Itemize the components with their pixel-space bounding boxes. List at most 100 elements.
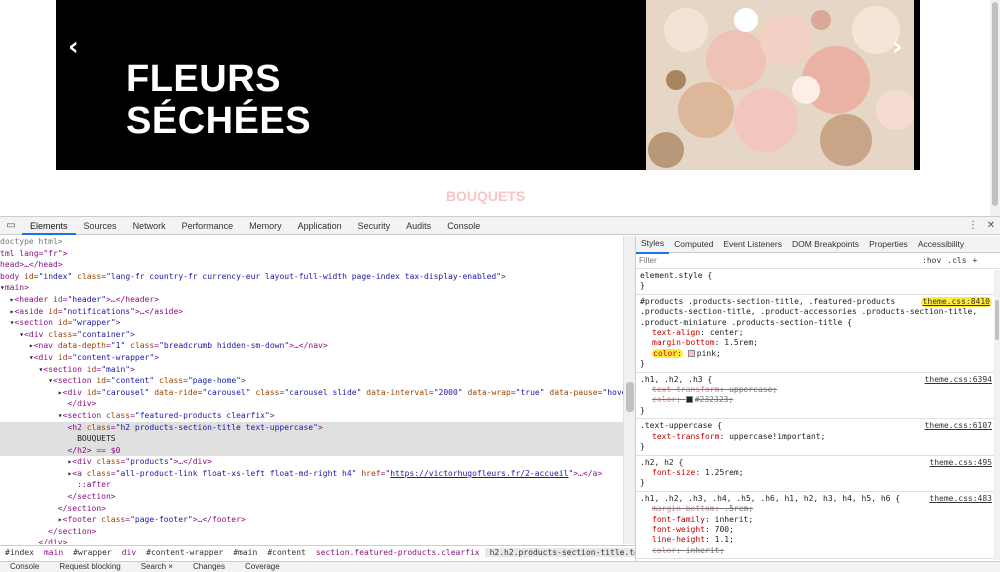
styles-sidebar: Styles Computed Event Listeners DOM Brea… bbox=[635, 236, 1000, 561]
dom-line-section-featured[interactable]: ▾<section class="featured-products clear… bbox=[0, 410, 623, 422]
tab-memory[interactable]: Memory bbox=[241, 217, 290, 235]
close-devtools-icon[interactable]: ✕ bbox=[982, 220, 1000, 231]
tab-event-listeners[interactable]: Event Listeners bbox=[718, 236, 787, 253]
rule-close: } bbox=[640, 281, 645, 291]
dom-line-main[interactable]: ▾main> bbox=[0, 282, 623, 294]
tab-audits[interactable]: Audits bbox=[398, 217, 439, 235]
rule-h1-h2-h3[interactable]: theme.css:6394 .h1, .h2, .h3 { text-tran… bbox=[636, 373, 1000, 420]
tab-security[interactable]: Security bbox=[350, 217, 399, 235]
dom-line-header[interactable]: ▸<header id="header">…</header> bbox=[0, 294, 623, 306]
rule-source-link[interactable]: theme.css:495 bbox=[929, 458, 992, 468]
tab-sources[interactable]: Sources bbox=[76, 217, 125, 235]
dom-line-section-main[interactable]: ▾<section id="main"> bbox=[0, 364, 623, 376]
crumb-h2[interactable]: h2.h2.products-section-title.text-upperc… bbox=[484, 548, 635, 557]
tab-dom-breakpoints[interactable]: DOM Breakpoints bbox=[787, 236, 864, 253]
styles-scrollbar-thumb[interactable] bbox=[995, 300, 999, 340]
dom-line-footer[interactable]: ▸<footer class="page-footer">…</footer> bbox=[0, 514, 623, 526]
rule-close: } bbox=[640, 359, 645, 369]
dom-tree[interactable]: doctype html> tml lang="fr"> head>…</hea… bbox=[0, 236, 623, 544]
dom-line-h2-text[interactable]: BOUQUETS bbox=[0, 433, 623, 445]
crumb-featured-section[interactable]: section.featured-products.clearfix bbox=[311, 548, 485, 557]
crumb-content-wrapper[interactable]: #content-wrapper bbox=[141, 548, 228, 557]
crumb-main-section[interactable]: #main bbox=[228, 548, 262, 557]
dom-line-h2-selected[interactable]: <h2 class="h2 products-section-title tex… bbox=[0, 421, 623, 434]
device-toggle-icon[interactable]: ▭ bbox=[0, 220, 22, 231]
rule-source-link[interactable]: theme.css:483 bbox=[929, 494, 992, 504]
dom-line-head[interactable]: head>…</head> bbox=[0, 259, 623, 271]
hov-toggle[interactable]: :hov bbox=[919, 256, 944, 265]
dom-line-nav[interactable]: ▸<nav data-depth="1" class="breadcrumb h… bbox=[0, 340, 623, 352]
rule-text-uppercase[interactable]: theme.css:6107 .text-uppercase { text-tr… bbox=[636, 419, 1000, 456]
color-swatch-dark[interactable] bbox=[685, 396, 693, 404]
crumb-main[interactable]: main bbox=[39, 548, 68, 557]
prop-font-size[interactable]: font-size: 1.25rem; bbox=[640, 468, 996, 478]
tab-computed[interactable]: Computed bbox=[669, 236, 718, 253]
dom-line-products[interactable]: ▸<div class="products">…</div> bbox=[0, 456, 623, 468]
rule-selector: element.style { bbox=[640, 271, 713, 280]
dom-line-h2-close[interactable]: </h2> == $0 bbox=[0, 444, 623, 457]
carousel-prev-icon[interactable]: ‹ bbox=[68, 32, 79, 62]
prop-text-transform[interactable]: text-transform: uppercase!important; bbox=[640, 432, 996, 442]
crumb-wrapper[interactable]: #wrapper bbox=[68, 548, 117, 557]
more-options-icon[interactable]: ⋮ bbox=[964, 220, 982, 231]
dom-scrollbar-thumb[interactable] bbox=[626, 382, 634, 412]
styles-filter-input[interactable] bbox=[639, 254, 919, 267]
prop-margin-bottom-overridden[interactable]: margin-bottom: .5rem; bbox=[640, 504, 996, 514]
styles-scrollbar[interactable] bbox=[994, 270, 1000, 560]
dom-line-section-close-2[interactable]: </section> bbox=[0, 503, 623, 515]
prop-text-align[interactable]: text-align: center; bbox=[640, 328, 996, 338]
dom-line-html[interactable]: tml lang="fr"> bbox=[0, 248, 623, 260]
dom-line-div-close[interactable]: </div> bbox=[0, 537, 623, 544]
dom-line-content-wrapper[interactable]: ▾<div id="content-wrapper"> bbox=[0, 352, 623, 364]
prop-font-weight[interactable]: font-weight: 700; bbox=[640, 525, 996, 535]
crumb-index[interactable]: #index bbox=[0, 548, 39, 557]
dom-line-section-content[interactable]: ▾<section id="content" class="page-home"… bbox=[0, 375, 623, 387]
rule-source-link[interactable]: theme.css:8410 bbox=[920, 296, 992, 308]
prop-color-pink[interactable]: color: pink; bbox=[640, 348, 996, 359]
dom-line-doctype[interactable]: doctype html> bbox=[0, 236, 623, 248]
prop-line-height[interactable]: line-height: 1.1; bbox=[640, 535, 996, 545]
prop-color-overridden[interactable]: color: #232323; bbox=[640, 395, 996, 405]
dom-line-section-wrapper[interactable]: ▾<section id="wrapper"> bbox=[0, 317, 623, 329]
rule-h2[interactable]: theme.css:495 .h2, h2 { font-size: 1.25r… bbox=[636, 456, 1000, 492]
dom-line-after[interactable]: ::after bbox=[0, 479, 623, 491]
tab-properties[interactable]: Properties bbox=[864, 236, 913, 253]
dom-line-carousel-close[interactable]: </div> bbox=[0, 398, 623, 410]
prop-color-inherit-overridden[interactable]: color: inherit; bbox=[640, 546, 996, 556]
rule-products-section-title[interactable]: theme.css:8410 #products .products-secti… bbox=[636, 295, 1000, 373]
page-scrollbar[interactable] bbox=[990, 0, 1000, 216]
dom-line-section-close-3[interactable]: </section> bbox=[0, 526, 623, 538]
tab-elements[interactable]: Elements bbox=[22, 217, 76, 235]
dom-line-link[interactable]: ▸<a class="all-product-link float-xs-lef… bbox=[0, 468, 623, 480]
carousel[interactable]: FLEURS SÉCHÉES ‹ › bbox=[56, 0, 920, 170]
crumb-div[interactable]: div bbox=[117, 548, 141, 557]
dom-line-body[interactable]: body id="index" class="lang-fr country-f… bbox=[0, 271, 623, 283]
dom-line-section-close-1[interactable]: </section> bbox=[0, 491, 623, 503]
page-scrollbar-thumb[interactable] bbox=[992, 2, 998, 206]
rule-source-link[interactable]: theme.css:6394 bbox=[925, 375, 992, 385]
styles-tabs: Styles Computed Event Listeners DOM Brea… bbox=[636, 236, 1000, 254]
dom-scrollbar[interactable] bbox=[623, 236, 635, 544]
tab-application[interactable]: Application bbox=[290, 217, 350, 235]
crumb-content[interactable]: #content bbox=[262, 548, 311, 557]
rule-element-style[interactable]: element.style { } bbox=[636, 269, 1000, 295]
tab-console[interactable]: Console bbox=[439, 217, 488, 235]
dom-line-carousel[interactable]: ▸<div id="carousel" data-ride="carousel"… bbox=[0, 387, 623, 399]
dom-line-aside[interactable]: ▸<aside id="notifications">…</aside> bbox=[0, 306, 623, 318]
page-viewport: FLEURS SÉCHÉES ‹ › BOUQUETS bbox=[0, 0, 1000, 216]
drawer-tabs: Console Request blocking Search × Change… bbox=[0, 561, 1000, 572]
dom-line-container[interactable]: ▾<div class="container"> bbox=[0, 329, 623, 341]
prop-text-transform-overridden[interactable]: text-transform: uppercase; bbox=[640, 385, 996, 395]
new-rule-button[interactable]: + bbox=[970, 256, 981, 265]
tab-styles[interactable]: Styles bbox=[636, 236, 670, 254]
cls-toggle[interactable]: .cls bbox=[944, 256, 969, 265]
prop-margin-bottom[interactable]: margin-bottom: 1.5rem; bbox=[640, 338, 996, 348]
color-swatch-pink[interactable] bbox=[687, 349, 695, 357]
tab-network[interactable]: Network bbox=[125, 217, 174, 235]
rule-headings[interactable]: theme.css:483 .h1, .h2, .h3, .h4, .h5, .… bbox=[636, 492, 1000, 560]
tab-performance[interactable]: Performance bbox=[174, 217, 242, 235]
prop-font-family[interactable]: font-family: inherit; bbox=[640, 515, 996, 525]
rule-source-link[interactable]: theme.css:6107 bbox=[925, 421, 992, 431]
carousel-next-icon[interactable]: › bbox=[892, 32, 903, 62]
tab-accessibility[interactable]: Accessibility bbox=[913, 236, 969, 253]
